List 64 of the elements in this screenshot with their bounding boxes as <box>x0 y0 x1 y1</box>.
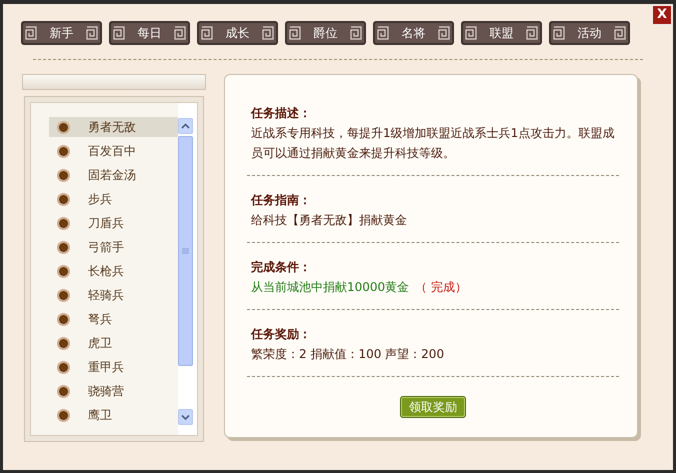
chevron-down-icon <box>181 414 190 420</box>
bullet-icon <box>57 336 70 350</box>
section-text: 繁荣度：2 捐献值：100 声望：200 <box>251 346 446 363</box>
tab[interactable]: 联盟 <box>461 21 542 45</box>
task-list-item[interactable]: 骁骑营 <box>49 381 178 401</box>
fret-ornament-icon <box>25 26 37 40</box>
fret-ornament-icon <box>553 26 565 40</box>
task-list-item[interactable]: 轻骑兵 <box>49 285 178 305</box>
task-list-item[interactable]: 重甲兵 <box>49 357 178 377</box>
grip-icon <box>182 248 189 254</box>
fret-ornament-icon <box>438 26 450 40</box>
fret-ornament-icon <box>526 26 538 40</box>
scrollbar-track[interactable] <box>178 102 198 436</box>
close-button[interactable]: X <box>652 5 672 25</box>
fret-ornament-icon <box>174 26 186 40</box>
task-list-item[interactable]: 长枪兵 <box>49 261 178 281</box>
tab[interactable]: 每日 <box>109 21 190 45</box>
section-heading: 任务指南： <box>251 192 312 209</box>
fret-ornament-icon <box>289 26 301 40</box>
bullet-icon <box>57 168 70 182</box>
bullet-icon <box>57 144 70 158</box>
tab[interactable]: 成长 <box>197 21 278 45</box>
section-text: 给科技【勇者无敌】捐献黄金 <box>251 212 408 229</box>
fret-ornament-icon <box>262 26 274 40</box>
bullet-icon <box>57 120 70 134</box>
task-list-item[interactable]: 虎卫 <box>49 333 178 353</box>
bullet-icon <box>57 288 70 302</box>
fret-ornament-icon <box>201 26 213 40</box>
bullet-icon <box>57 312 70 326</box>
task-list-item[interactable]: 步兵 <box>49 189 178 209</box>
task-list-item[interactable]: 弩兵 <box>49 309 178 329</box>
bullet-icon <box>57 360 70 374</box>
status-text: （ 完成） <box>415 280 468 294</box>
bullet-icon <box>57 216 70 230</box>
tab[interactable]: 活动 <box>549 21 630 45</box>
tab[interactable]: 新手 <box>21 21 102 45</box>
fret-ornament-icon <box>465 26 477 40</box>
bullet-icon <box>57 240 70 254</box>
fret-ornament-icon <box>86 26 98 40</box>
fret-ornament-icon <box>377 26 389 40</box>
tab[interactable]: 爵位 <box>285 21 366 45</box>
tab[interactable]: 名将 <box>373 21 454 45</box>
bullet-icon <box>57 384 70 398</box>
task-list-item[interactable]: 百发百中 <box>49 141 178 161</box>
scrollbar-thumb[interactable] <box>178 136 193 366</box>
task-list-item[interactable]: 勇者无敌 <box>49 117 178 137</box>
bullet-icon <box>57 192 70 206</box>
condition-text: 从当前城池中捐献10000黄金 <box>251 280 410 294</box>
task-list-item[interactable]: 鹰卫 <box>49 405 178 425</box>
fret-ornament-icon <box>614 26 626 40</box>
task-list-item[interactable]: 弓箭手 <box>49 237 178 257</box>
chevron-up-icon <box>181 123 190 129</box>
section-heading: 任务奖励： <box>251 326 312 343</box>
scroll-down-button[interactable] <box>178 409 193 425</box>
bullet-icon <box>57 264 70 278</box>
section-heading: 任务描述： <box>251 105 312 122</box>
bullet-icon <box>57 408 70 422</box>
scroll-up-button[interactable] <box>178 118 193 134</box>
task-list-item[interactable]: 刀盾兵 <box>49 213 178 233</box>
section-heading: 完成条件： <box>251 259 312 276</box>
fret-ornament-icon <box>350 26 362 40</box>
section-text: 近战系专用科技，每提升1级增加联盟近战系士兵1点攻击力。联盟成员可以通过捐献黄金来提升科技等级。 <box>251 125 616 162</box>
fret-ornament-icon <box>113 26 125 40</box>
task-list-item[interactable]: 固若金汤 <box>49 165 178 185</box>
